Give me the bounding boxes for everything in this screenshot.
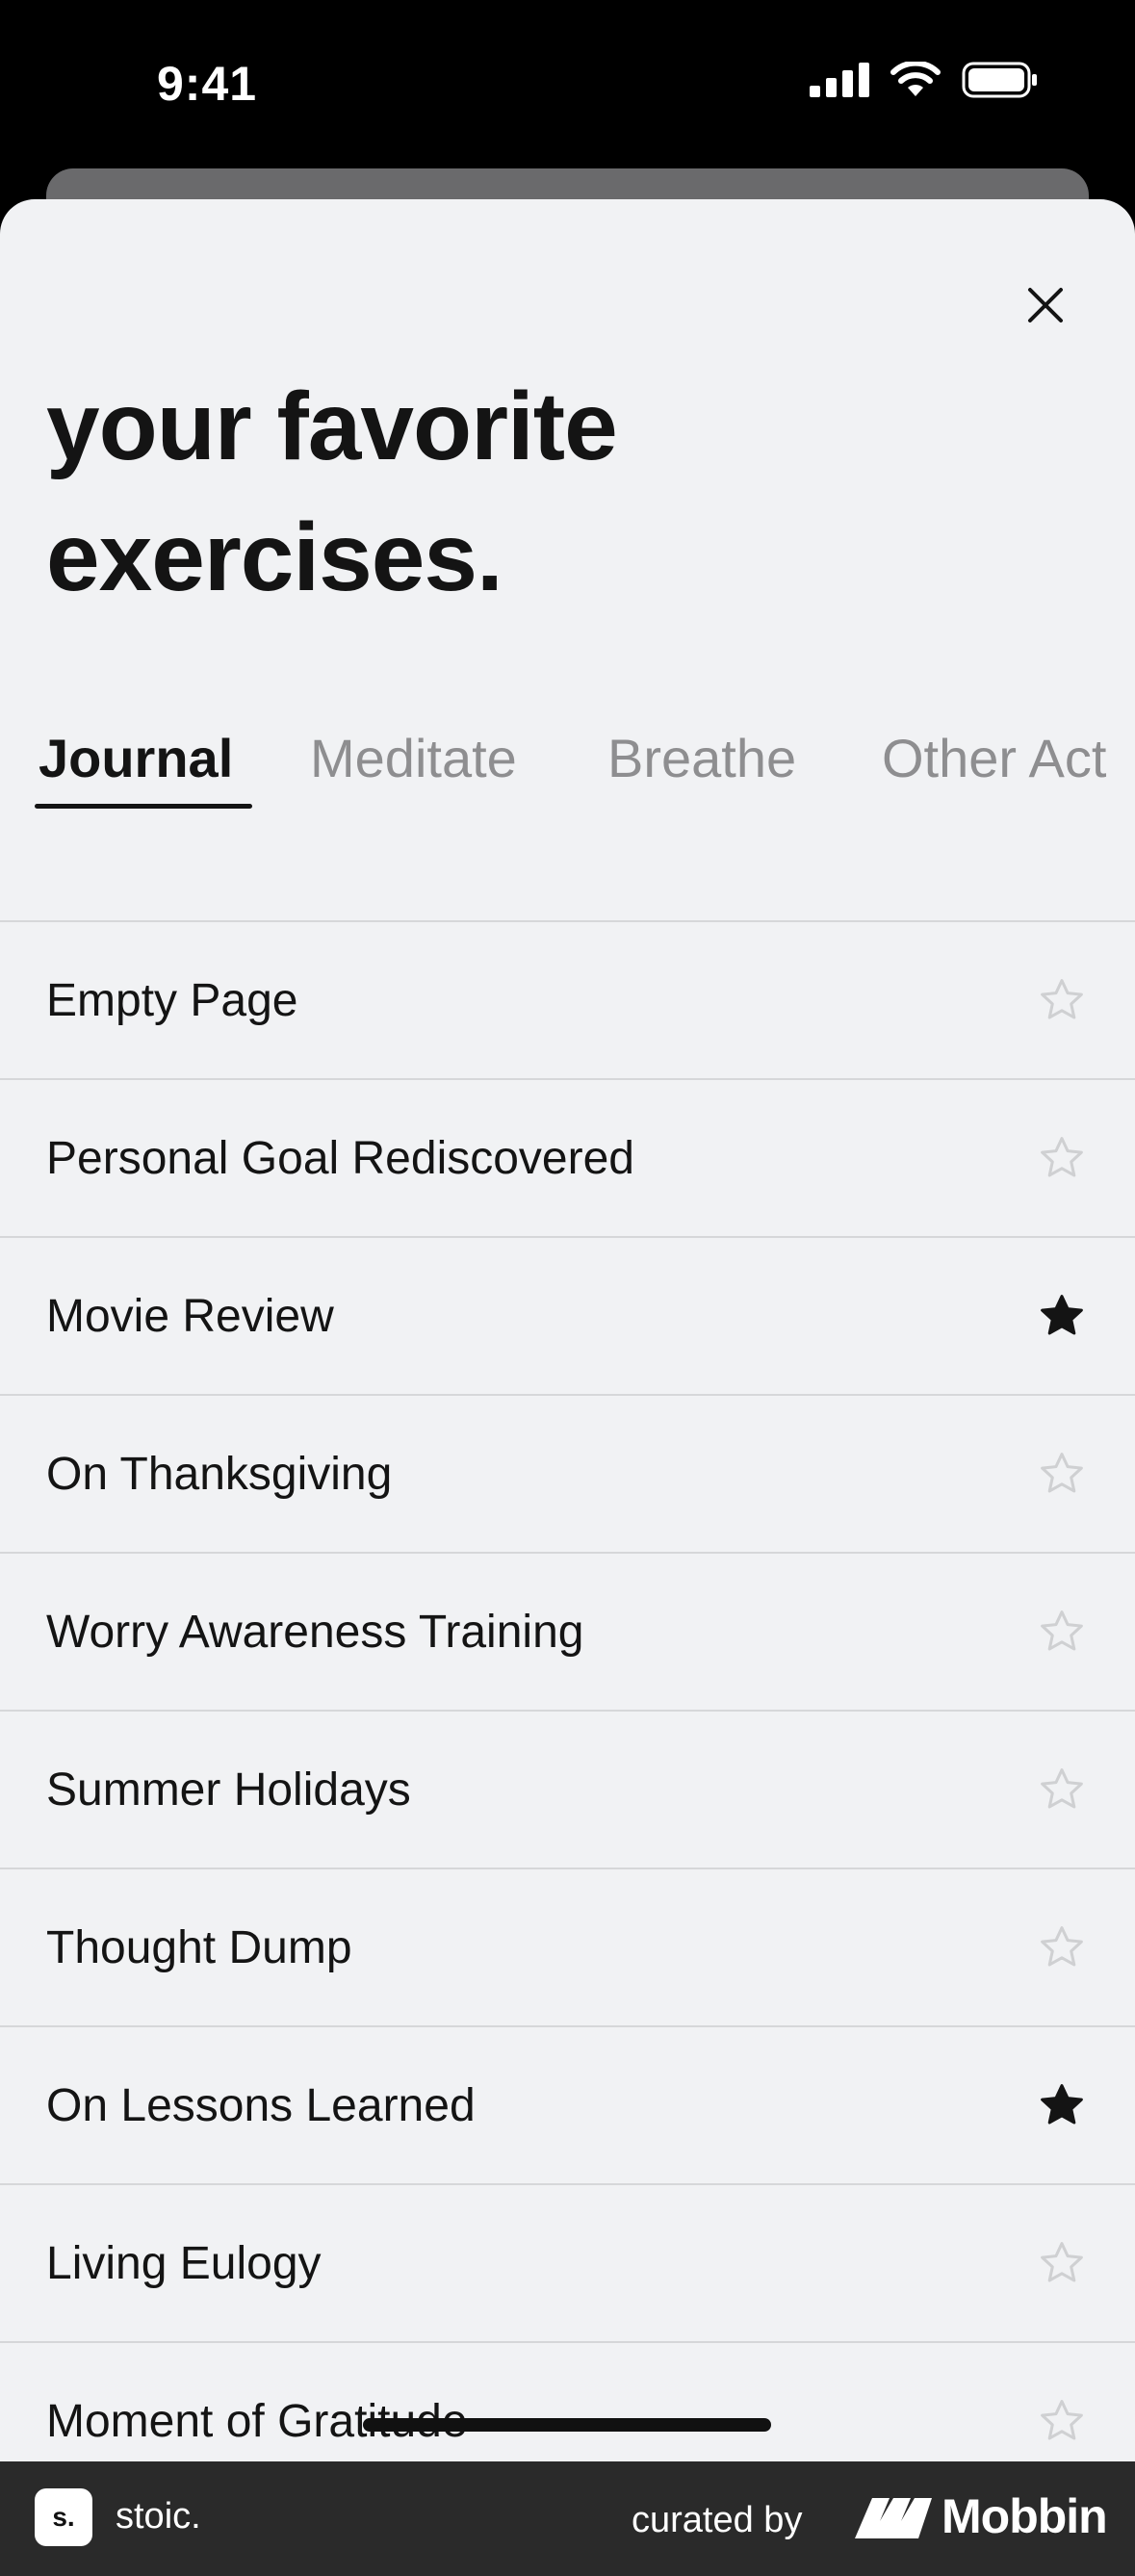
exercise-type-tabs: Journal Meditate Breathe Other Act xyxy=(0,727,1135,833)
cellular-signal-icon xyxy=(810,63,869,97)
star-outline-icon[interactable] xyxy=(1037,1765,1087,1815)
exercise-title: Worry Awareness Training xyxy=(46,1606,584,1658)
exercise-title: Summer Holidays xyxy=(46,1764,411,1816)
footer-brand-bar: s. stoic. curated by Mobbin xyxy=(0,2461,1135,2576)
exercise-title: Thought Dump xyxy=(46,1921,352,1973)
active-tab-indicator xyxy=(35,804,252,809)
star-filled-icon[interactable] xyxy=(1037,1291,1087,1341)
exercise-row-living-eulogy[interactable]: Living Eulogy xyxy=(0,2185,1135,2343)
mobbin-logo-icon xyxy=(855,2498,932,2538)
favorites-sheet: your favorite exercises. Journal Meditat… xyxy=(0,199,1135,2461)
exercise-title: Empty Page xyxy=(46,974,298,1026)
exercise-title: On Lessons Learned xyxy=(46,2079,476,2131)
exercise-row-on-lessons-learned[interactable]: On Lessons Learned xyxy=(0,2027,1135,2185)
exercise-list: Empty Page Personal Goal Rediscovered Mo… xyxy=(0,922,1135,2461)
star-outline-icon[interactable] xyxy=(1037,2396,1087,2446)
exercise-title: Living Eulogy xyxy=(46,2237,322,2289)
status-bar: 9:41 xyxy=(0,0,1135,173)
exercise-row-on-thanksgiving[interactable]: On Thanksgiving xyxy=(0,1396,1135,1554)
status-icons xyxy=(810,62,1039,98)
exercise-row-worry-awareness-training[interactable]: Worry Awareness Training xyxy=(0,1554,1135,1712)
close-button[interactable] xyxy=(1013,272,1078,338)
star-outline-icon[interactable] xyxy=(1037,1607,1087,1657)
exercise-row-moment-of-gratitude[interactable]: Moment of Gratitude xyxy=(0,2343,1135,2461)
star-outline-icon[interactable] xyxy=(1037,1449,1087,1499)
mobbin-brand-name: Mobbin xyxy=(942,2489,1108,2543)
star-outline-icon[interactable] xyxy=(1037,1133,1087,1183)
wifi-icon xyxy=(890,62,941,96)
tab-journal[interactable]: Journal xyxy=(39,727,233,789)
app-name: stoic. xyxy=(116,2496,201,2537)
star-filled-icon[interactable] xyxy=(1037,2080,1087,2130)
tab-meditate[interactable]: Meditate xyxy=(310,727,517,789)
home-indicator[interactable] xyxy=(363,2418,771,2432)
exercise-row-movie-review[interactable]: Movie Review xyxy=(0,1238,1135,1396)
exercise-row-empty-page[interactable]: Empty Page xyxy=(0,922,1135,1080)
tab-breathe[interactable]: Breathe xyxy=(607,727,796,789)
app-logo: s. xyxy=(35,2488,92,2546)
close-icon xyxy=(1028,288,1063,322)
star-outline-icon[interactable] xyxy=(1037,1922,1087,1972)
page-title: your favorite exercises. xyxy=(46,373,618,611)
status-time: 9:41 xyxy=(157,57,258,111)
tab-other-activities[interactable]: Other Act xyxy=(882,727,1106,789)
star-outline-icon[interactable] xyxy=(1037,975,1087,1025)
exercise-row-personal-goal-rediscovered[interactable]: Personal Goal Rediscovered xyxy=(0,1080,1135,1238)
curated-by-label: curated by xyxy=(632,2500,803,2540)
exercise-title: Movie Review xyxy=(46,1290,334,1342)
exercise-row-summer-holidays[interactable]: Summer Holidays xyxy=(0,1712,1135,1869)
exercise-title: Personal Goal Rediscovered xyxy=(46,1132,634,1184)
exercise-title: On Thanksgiving xyxy=(46,1448,393,1500)
battery-icon xyxy=(962,62,1037,98)
exercise-row-thought-dump[interactable]: Thought Dump xyxy=(0,1869,1135,2027)
star-outline-icon[interactable] xyxy=(1037,2238,1087,2288)
